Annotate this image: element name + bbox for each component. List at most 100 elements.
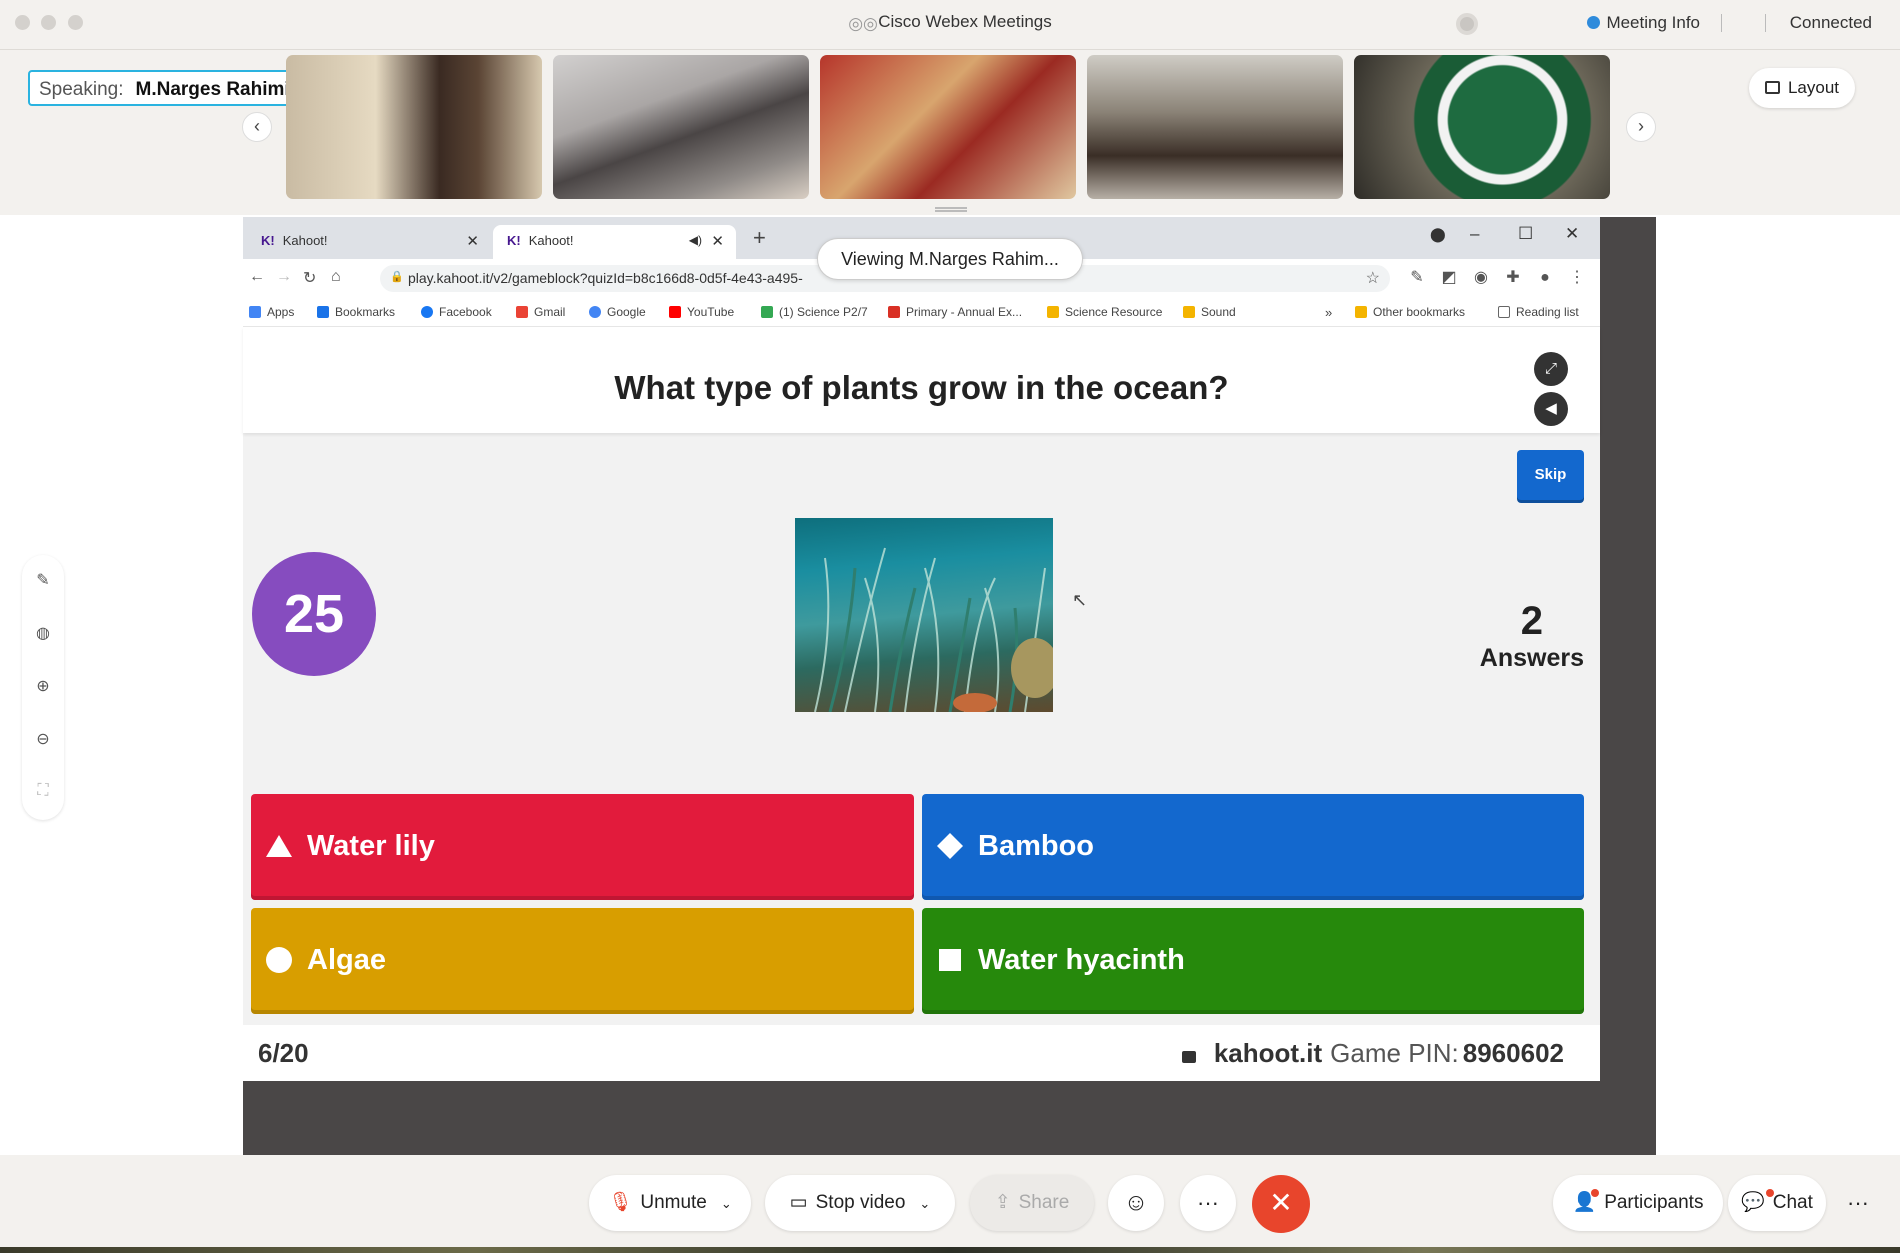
speaking-label: Speaking:: [39, 79, 124, 100]
bookmark-star-icon[interactable]: ☆: [1366, 268, 1380, 288]
participants-button[interactable]: 👤 Participants: [1553, 1175, 1723, 1231]
skip-button[interactable]: Skip: [1517, 450, 1584, 500]
reactions-button[interactable]: ☺: [1108, 1175, 1164, 1231]
bookmarks-overflow-button[interactable]: »: [1325, 305, 1332, 320]
tab-audio-icon[interactable]: ◀): [689, 233, 702, 247]
resize-handle[interactable]: [935, 207, 967, 212]
reading-list[interactable]: Reading list: [1498, 305, 1579, 319]
notification-badge: [1766, 1189, 1774, 1197]
fit-to-window-icon[interactable]: ⛶: [22, 782, 64, 800]
browser-window-controls: ⬤ – ☐ ✕: [1400, 217, 1600, 259]
reload-icon[interactable]: ↻: [303, 268, 316, 288]
remote-control-icon[interactable]: ◍: [22, 623, 64, 643]
close-tab-icon[interactable]: ✕: [466, 232, 479, 250]
chat-button[interactable]: 💬 Chat: [1728, 1175, 1826, 1231]
next-videos-button[interactable]: ›: [1626, 112, 1656, 142]
ellipsis-icon: ···: [1197, 1190, 1219, 1215]
bookmark-sound[interactable]: Sound: [1183, 305, 1236, 319]
fullscreen-icon[interactable]: ⤢: [1534, 352, 1568, 386]
extensions-area: ✎ ◩ ◉ ✚ ● ⋮: [1396, 267, 1588, 291]
bookmark-gmail[interactable]: Gmail: [516, 305, 565, 319]
participant-video-3[interactable]: [820, 55, 1076, 199]
triangle-icon: [266, 835, 292, 857]
more-options-button[interactable]: ···: [1180, 1175, 1236, 1231]
video-camera-icon: ▭: [789, 1192, 808, 1213]
profile-avatar[interactable]: ●: [1534, 269, 1556, 291]
info-icon: [1587, 16, 1601, 29]
eyedropper-extension-icon[interactable]: ✎: [1406, 267, 1428, 289]
previous-videos-button[interactable]: ‹: [242, 112, 272, 142]
maximize-icon[interactable]: ☐: [1518, 224, 1533, 244]
circle-icon: [266, 947, 292, 973]
more-panels-button[interactable]: ···: [1832, 1175, 1884, 1231]
unmute-button[interactable]: 🎙 Unmute ⌄: [589, 1175, 751, 1231]
recording-icon[interactable]: [1456, 13, 1478, 35]
extension-badge-icon[interactable]: ◩: [1438, 267, 1460, 289]
desktop-background-strip: [0, 1247, 1900, 1253]
puzzle-extensions-icon[interactable]: ✚: [1502, 267, 1524, 289]
browser-tab-2[interactable]: K! Kahoot! ◀) ✕: [493, 225, 736, 259]
game-pin: 8960602: [1462, 1038, 1564, 1068]
home-icon[interactable]: ⌂: [331, 268, 341, 286]
globe-extension-icon[interactable]: ◉: [1470, 267, 1492, 289]
kahoot-site: kahoot.it: [1213, 1038, 1323, 1068]
answers-counter: 2 Answers: [1480, 599, 1584, 673]
chevron-down-icon[interactable]: ⌄: [721, 1196, 732, 1211]
browser-tab-1[interactable]: K! Kahoot! ✕: [247, 225, 491, 259]
answer-option-green[interactable]: Water hyacinth: [922, 908, 1584, 1014]
kahoot-favicon-icon: K!: [261, 233, 275, 248]
participant-video-1[interactable]: [286, 55, 542, 199]
bookmark-google[interactable]: Google: [589, 305, 646, 319]
close-icon[interactable]: ✕: [1565, 224, 1579, 244]
participant-video-4[interactable]: [1087, 55, 1343, 199]
annotate-pen-icon[interactable]: ✎: [22, 570, 64, 590]
bookmark-bookmarks[interactable]: Bookmarks: [317, 305, 395, 319]
answer-option-yellow[interactable]: Algae: [251, 908, 914, 1014]
stop-video-button[interactable]: ▭ Stop video ⌄: [765, 1175, 955, 1231]
bookmark-apps[interactable]: Apps: [249, 305, 294, 319]
bookmark-science-p2[interactable]: (1) Science P2/7: [761, 305, 868, 319]
bookmark-facebook[interactable]: Facebook: [421, 305, 492, 319]
folder-icon: [1355, 306, 1367, 318]
question-image: [795, 518, 1053, 712]
share-button[interactable]: ⇪ Share: [970, 1175, 1094, 1231]
answers-label: Answers: [1479, 644, 1584, 672]
lock-icon: 🔒: [390, 271, 404, 283]
tab-search-icon[interactable]: ⬤: [1430, 226, 1446, 243]
bookmark-other[interactable]: Other bookmarks: [1355, 305, 1465, 319]
participants-icon: 👤: [1572, 1192, 1597, 1213]
bookmark-primary-annual[interactable]: Primary - Annual Ex...: [888, 305, 1022, 319]
volume-icon[interactable]: ◀: [1534, 392, 1568, 426]
gmail-icon: [516, 306, 528, 318]
forward-icon[interactable]: →: [276, 268, 292, 286]
answer-text: Water hyacinth: [978, 944, 1185, 976]
bookmarks-bar: Apps Bookmarks Facebook Gmail Google You…: [243, 297, 1600, 327]
participant-video-2[interactable]: [553, 55, 809, 199]
lock-icon[interactable]: [1181, 1051, 1196, 1063]
folder-icon: [1047, 306, 1059, 318]
chevron-left-icon: ‹: [254, 116, 260, 136]
square-icon: [939, 949, 961, 971]
bookmark-youtube[interactable]: YouTube: [669, 305, 734, 319]
answer-option-red[interactable]: Water lily: [251, 794, 914, 900]
back-icon[interactable]: ←: [249, 268, 265, 286]
answer-option-blue[interactable]: Bamboo: [922, 794, 1584, 900]
zoom-in-icon[interactable]: ⊕: [22, 676, 64, 696]
answer-text: Bamboo: [978, 830, 1094, 862]
close-tab-icon[interactable]: ✕: [711, 232, 724, 250]
bookmark-science-resource[interactable]: Science Resource: [1047, 305, 1162, 319]
participant-video-5[interactable]: [1354, 55, 1610, 199]
zoom-out-icon[interactable]: ⊖: [22, 729, 64, 749]
minimize-icon[interactable]: –: [1470, 224, 1479, 244]
browser-menu-icon[interactable]: ⋮: [1566, 267, 1588, 289]
layout-button[interactable]: Layout: [1749, 68, 1855, 108]
shared-browser-window: K! Kahoot! ✕ K! Kahoot! ◀) ✕ + ⬤ – ☐ ✕ ← → ↻ …: [243, 217, 1600, 1081]
reading-list-icon: [1498, 306, 1510, 318]
leave-meeting-button[interactable]: ✕: [1252, 1175, 1310, 1233]
question-header: What type of plants grow in the ocean? ⤢…: [243, 327, 1600, 433]
meeting-info-button[interactable]: Meeting Info: [1587, 13, 1700, 33]
chevron-down-icon[interactable]: ⌄: [919, 1196, 930, 1211]
new-tab-button[interactable]: +: [753, 225, 766, 251]
close-icon: ✕: [1269, 1187, 1293, 1218]
connection-status: Connected: [1789, 13, 1872, 32]
